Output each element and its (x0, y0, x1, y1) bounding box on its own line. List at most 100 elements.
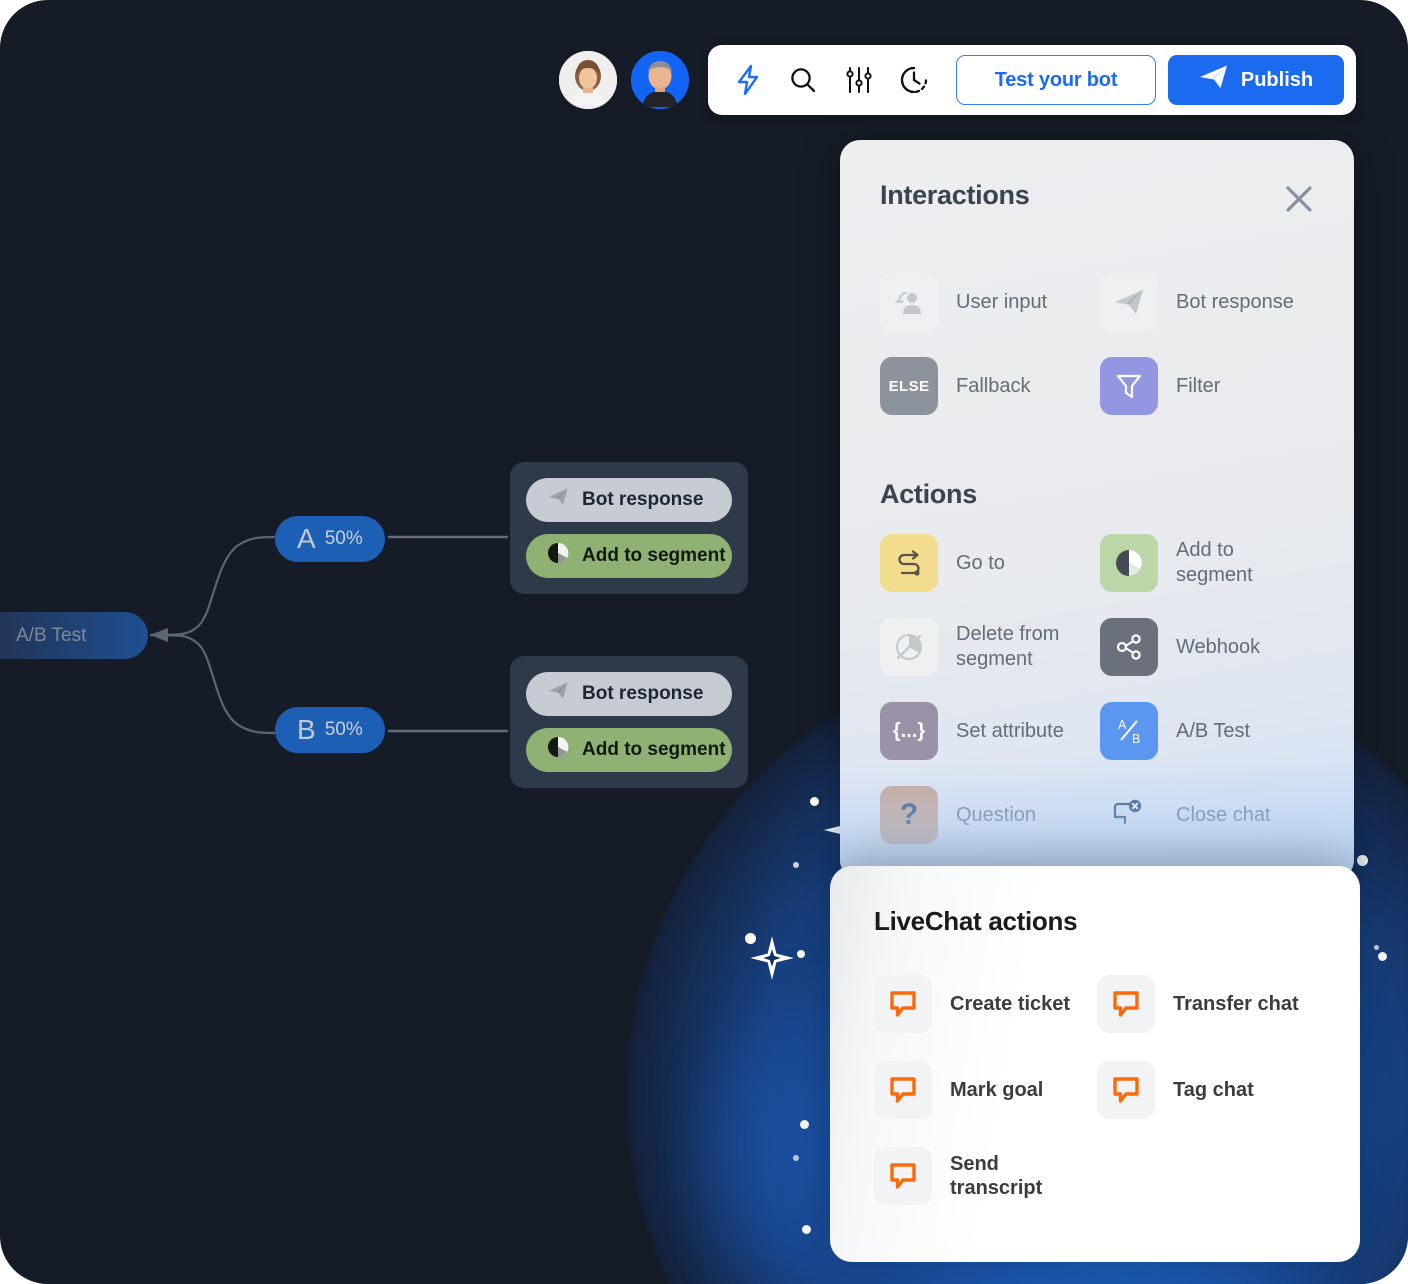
flow-pill-label: Add to segment (582, 739, 726, 761)
action-close-chat[interactable]: Close chat (1100, 786, 1314, 844)
livechat-action-label: Create ticket (950, 992, 1070, 1016)
action-label: Set attribute (956, 719, 1064, 744)
sparkle-icon (748, 934, 796, 987)
sparkle-dot (802, 1225, 811, 1234)
send-icon (546, 485, 570, 515)
test-your-bot-button[interactable]: Test your bot (956, 55, 1156, 105)
livechat-action-mark-goal[interactable]: Mark goal (874, 1061, 1093, 1119)
pie-icon (546, 541, 570, 571)
goto-icon (880, 534, 938, 592)
filter-icon (1100, 357, 1158, 415)
flow-branch-a[interactable]: A 50% (275, 516, 385, 562)
panel-header: Interactions (880, 180, 1314, 219)
history-icon[interactable] (887, 57, 943, 103)
actions-title: Actions (880, 479, 1314, 510)
app-canvas: A/B Test A 50% B 50% Bot response Add to… (0, 0, 1408, 1284)
else-icon: ELSE (880, 357, 938, 415)
flow-card-b[interactable]: Bot response Add to segment (510, 656, 748, 788)
search-icon[interactable] (776, 57, 832, 103)
action-webhook[interactable]: Webhook (1100, 618, 1314, 676)
livechat-action-label: Tag chat (1173, 1078, 1254, 1102)
sparkle-dot (797, 950, 805, 958)
interaction-label: Bot response (1176, 290, 1294, 315)
sparkle-dot (1378, 952, 1387, 961)
flow-pill-label: Add to segment (582, 545, 726, 567)
branch-percent: 50% (325, 719, 363, 741)
send-icon (1100, 273, 1158, 331)
test-your-bot-label: Test your bot (995, 69, 1118, 92)
action-label: Question (956, 803, 1036, 828)
action-question[interactable]: ? Question (880, 786, 1094, 844)
sliders-icon[interactable] (831, 57, 887, 103)
livechat-bubble-icon (1097, 1061, 1155, 1119)
flow-card-a[interactable]: Bot response Add to segment (510, 462, 748, 594)
flow-pill-label: Bot response (582, 683, 703, 705)
close-icon[interactable] (1284, 184, 1314, 219)
braces-icon: {...} (880, 702, 938, 760)
send-icon (546, 679, 570, 709)
livechat-bubble-icon (1097, 975, 1155, 1033)
svg-text:B: B (1132, 732, 1140, 746)
livechat-action-label: Mark goal (950, 1078, 1043, 1102)
interaction-filter[interactable]: Filter (1100, 357, 1314, 415)
flow-canvas[interactable]: A/B Test A 50% B 50% Bot response Add to… (0, 0, 860, 900)
sparkle-dot (800, 1120, 809, 1129)
action-label: Webhook (1176, 635, 1260, 660)
action-go-to[interactable]: Go to (880, 534, 1094, 592)
flow-node-label: A/B Test (16, 625, 86, 647)
livechat-grid: Create ticket Transfer chat Mark goal Ta… (874, 975, 1316, 1205)
publish-label: Publish (1241, 69, 1313, 92)
lightning-icon[interactable] (720, 57, 776, 103)
livechat-bubble-icon (874, 1147, 932, 1205)
action-ab-test[interactable]: AB A/B Test (1100, 702, 1314, 760)
action-add-to-segment[interactable]: Add to segment (1100, 534, 1314, 592)
flow-pill-bot-response[interactable]: Bot response (526, 672, 732, 716)
livechat-action-create-ticket[interactable]: Create ticket (874, 975, 1093, 1033)
flow-pill-add-to-segment[interactable]: Add to segment (526, 534, 732, 578)
flow-pill-bot-response[interactable]: Bot response (526, 478, 732, 522)
collaborator-avatars (556, 48, 692, 112)
action-label: Delete from segment (956, 622, 1094, 672)
action-delete-from-segment[interactable]: Delete from segment (880, 618, 1094, 676)
flow-pill-label: Bot response (582, 489, 703, 511)
interaction-bot-response[interactable]: Bot response (1100, 273, 1314, 331)
livechat-action-label: Transfer chat (1173, 992, 1299, 1016)
avatar[interactable] (556, 48, 620, 112)
pie-icon (1100, 534, 1158, 592)
interaction-label: Fallback (956, 374, 1030, 399)
livechat-bubble-icon (874, 975, 932, 1033)
flow-branch-b[interactable]: B 50% (275, 707, 385, 753)
branch-letter: A (297, 525, 316, 553)
close-chat-icon (1100, 786, 1158, 844)
pie-icon (546, 735, 570, 765)
interaction-fallback[interactable]: ELSE Fallback (880, 357, 1094, 415)
interaction-user-input[interactable]: User input (880, 273, 1094, 331)
webhook-icon (1100, 618, 1158, 676)
panel-title: Interactions (880, 180, 1029, 211)
publish-button[interactable]: Publish (1168, 55, 1344, 105)
branch-percent: 50% (325, 528, 363, 550)
flow-pill-add-to-segment[interactable]: Add to segment (526, 728, 732, 772)
action-label: Close chat (1176, 803, 1271, 828)
branch-letter: B (297, 716, 316, 744)
livechat-action-label: Send transcript (950, 1152, 1093, 1200)
livechat-action-tag-chat[interactable]: Tag chat (1097, 1061, 1316, 1119)
interaction-label: User input (956, 290, 1047, 315)
question-icon: ? (880, 786, 938, 844)
sparkle-dot (745, 933, 756, 944)
action-label: Go to (956, 551, 1005, 576)
interactions-panel: Interactions User input Bot response ELS… (840, 140, 1354, 880)
flow-node-ab-test[interactable]: A/B Test (0, 612, 148, 659)
sparkle-dot (793, 1155, 799, 1161)
svg-text:A: A (1118, 718, 1127, 732)
livechat-actions-panel: LiveChat actions Create ticket Transfer … (830, 866, 1360, 1262)
sparkle-dot (1374, 945, 1379, 950)
action-set-attribute[interactable]: {...} Set attribute (880, 702, 1094, 760)
send-icon (1199, 64, 1229, 96)
avatar[interactable] (628, 48, 692, 112)
livechat-action-transfer-chat[interactable]: Transfer chat (1097, 975, 1316, 1033)
sparkle-dot (1357, 855, 1368, 866)
action-label: Add to segment (1176, 538, 1314, 588)
livechat-action-send-transcript[interactable]: Send transcript (874, 1147, 1093, 1205)
interaction-label: Filter (1176, 374, 1220, 399)
